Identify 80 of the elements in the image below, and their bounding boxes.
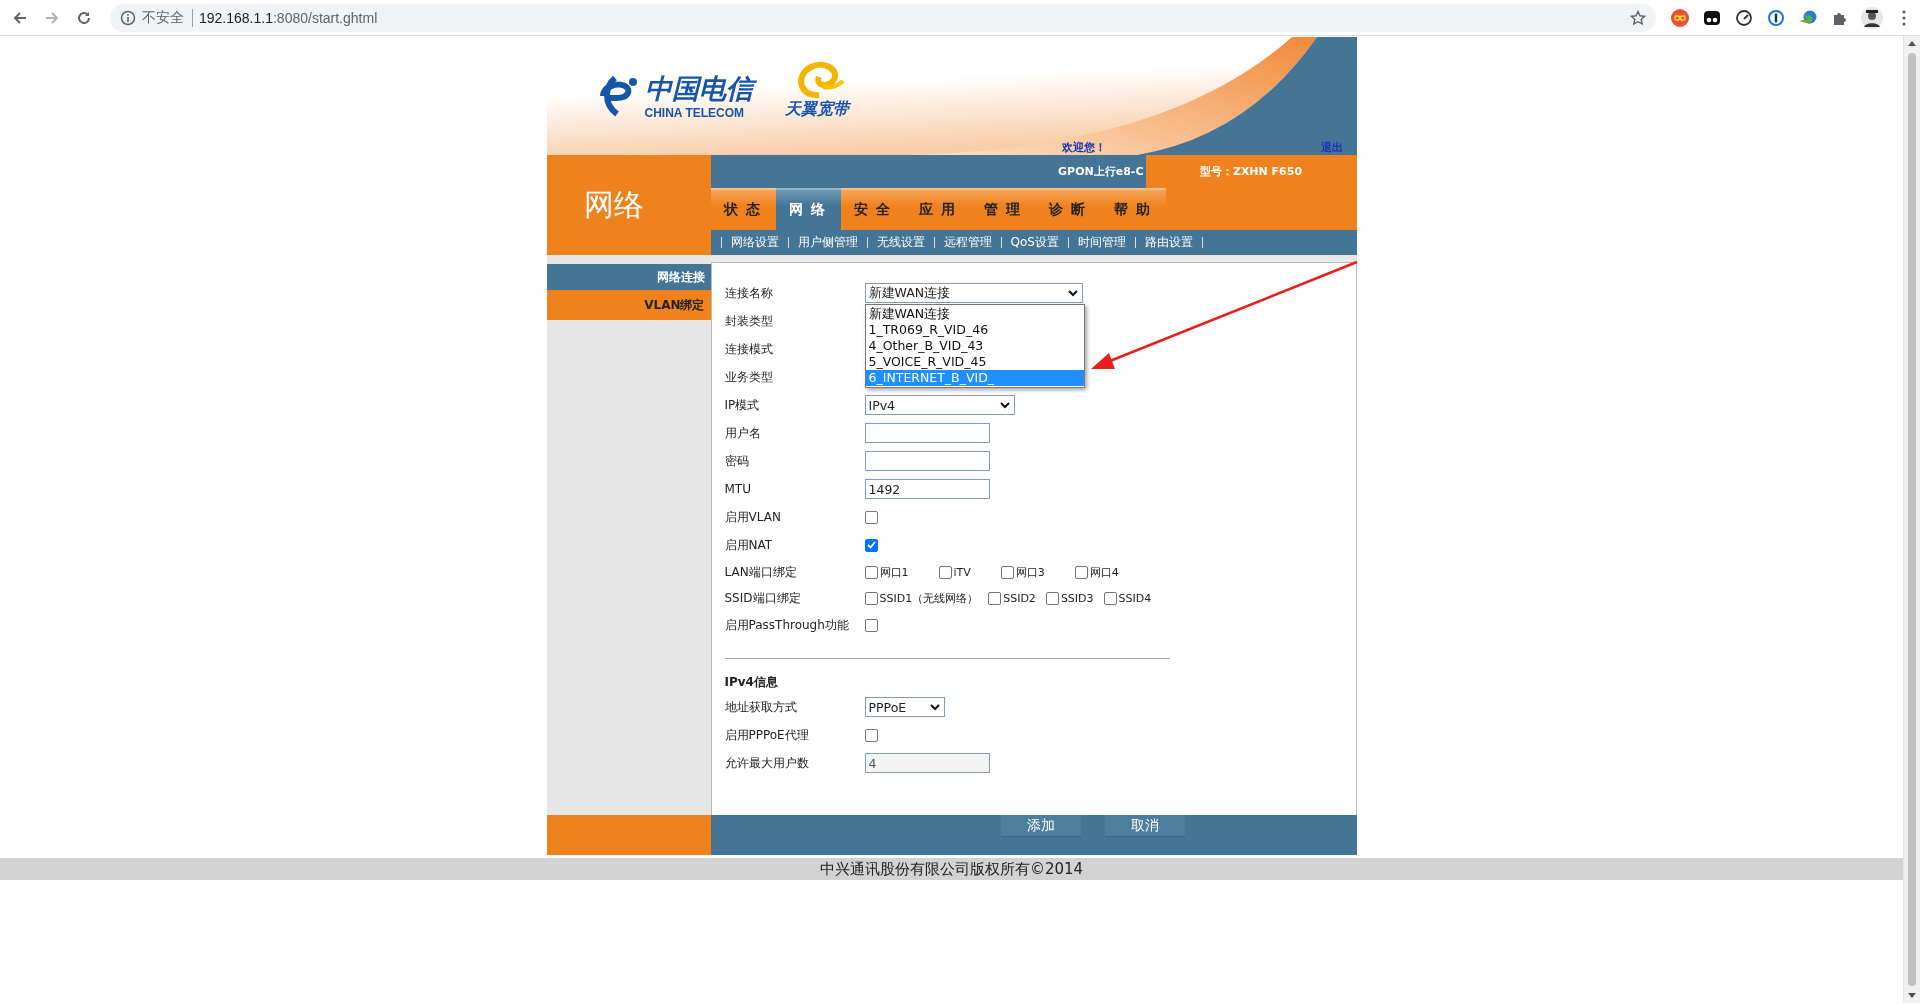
subnav-link[interactable]: 远程管理	[933, 237, 1001, 248]
model-label: 型号：ZXHN F650	[1145, 155, 1357, 188]
subnav-link[interactable]: QoS设置	[1000, 237, 1068, 248]
dropdown[interactable]: PPPoE	[864, 697, 945, 717]
checkbox-label: SSID1（无线网络）	[879, 590, 979, 606]
field-label: MTU	[724, 482, 752, 496]
field-label: 连接模式	[724, 340, 774, 358]
checkbox-label: SSID2	[1003, 591, 1036, 605]
security-label[interactable]: 不安全	[142, 8, 193, 27]
infinity-icon[interactable]	[1669, 6, 1691, 29]
action-button[interactable]: 添加	[1000, 815, 1081, 837]
field-label: SSID端口绑定	[724, 589, 802, 607]
chevron-icon	[1067, 289, 1078, 297]
chevron-icon	[929, 703, 940, 711]
field-label: 地址获取方式	[724, 698, 798, 716]
field-label: 封装类型	[724, 312, 774, 330]
checkbox-label: 网口1	[879, 564, 909, 580]
scroll-down-icon[interactable]	[1908, 993, 1916, 999]
field-label: 启用VLAN	[724, 508, 782, 526]
field-label: 允许最大用户数	[724, 754, 810, 772]
info-icon[interactable]	[120, 9, 136, 26]
address-bar[interactable]: 不安全 192.168.1.1:8080/start.ghtml	[110, 3, 1656, 32]
checkbox-label: 网口4	[1089, 564, 1119, 580]
device-type: GPON上行e8-C	[1058, 164, 1145, 179]
dropdown-option[interactable]: 4_Other_B_VID_43	[865, 338, 1084, 354]
input-field[interactable]: 1492	[864, 479, 990, 499]
welcome-text: 欢迎您！	[1061, 140, 1106, 155]
dropdown[interactable]: IPv4	[864, 395, 1015, 415]
scroll-up-icon[interactable]	[1908, 40, 1916, 46]
subnav-link[interactable]: 时间管理	[1067, 237, 1135, 248]
field-label: 启用PPPoE代理	[724, 726, 810, 744]
chevron-icon	[999, 401, 1010, 409]
star-icon[interactable]	[1630, 9, 1646, 26]
checkbox[interactable]	[864, 510, 878, 524]
subnav-link[interactable]: 网络设置	[720, 237, 788, 248]
action-button[interactable]: 取消	[1104, 815, 1185, 837]
field-label: 启用NAT	[724, 536, 774, 554]
checkbox[interactable]	[988, 591, 1002, 605]
dropdown-option[interactable]: 6_INTERNET_B_VID_	[865, 370, 1084, 386]
checkbox[interactable]	[938, 565, 952, 579]
field-label: 密码	[724, 452, 750, 470]
checkbox[interactable]	[864, 565, 878, 579]
checkbox[interactable]	[1000, 565, 1014, 579]
dropdown-option[interactable]: 新建WAN连接	[865, 306, 1084, 322]
checkbox-label: iTV	[953, 565, 971, 579]
field-label: 连接名称	[724, 284, 774, 302]
nav-tab[interactable]: 网络	[775, 188, 841, 230]
checkbox[interactable]	[1045, 591, 1059, 605]
subnav-link[interactable]: 路由设置	[1134, 237, 1203, 248]
sidebar-item[interactable]: VLAN绑定	[546, 290, 711, 320]
input-field[interactable]	[864, 451, 990, 471]
copyright-text: 中兴通讯股份有限公司版权所有©2014	[819, 860, 1084, 878]
input-field[interactable]	[864, 423, 990, 443]
checkbox[interactable]	[1074, 565, 1088, 579]
section-title: 网络	[583, 185, 644, 224]
brand-subtitle: CHINA TELECOM	[644, 107, 746, 120]
field-label: 启用PassThrough功能	[724, 616, 850, 634]
checkbox-label: 网口3	[1015, 564, 1045, 580]
section-heading: IPv4信息	[724, 673, 779, 691]
checkbox[interactable]	[864, 538, 878, 552]
field-label: IP模式	[724, 396, 761, 414]
dropdown-option[interactable]: 1_TR069_R_VID_46	[865, 322, 1084, 338]
field-label: 用户名	[724, 424, 762, 442]
dropdown[interactable]: 新建WAN连接	[864, 283, 1083, 303]
checkbox-label: SSID4	[1118, 591, 1152, 605]
checkbox[interactable]	[864, 728, 878, 742]
checkbox[interactable]	[864, 591, 878, 605]
checkbox[interactable]	[1103, 591, 1117, 605]
avatar-icon[interactable]	[1861, 6, 1883, 29]
dropdown-option[interactable]: 5_VOICE_R_VID_45	[865, 354, 1084, 370]
checkbox[interactable]	[864, 618, 878, 632]
checkbox-label: SSID3	[1060, 591, 1094, 605]
field-label: LAN端口绑定	[724, 563, 798, 581]
field-label: 业务类型	[724, 368, 774, 386]
scroll-thumb[interactable]	[1908, 53, 1916, 986]
subnav-link[interactable]: 无线设置	[866, 237, 934, 248]
sidebar-item[interactable]: 网络连接	[546, 264, 711, 290]
brand-name: 中国电信	[644, 71, 757, 107]
url-text[interactable]: 192.168.1.1:8080/start.ghtml	[199, 9, 378, 26]
subnav-link[interactable]: 用户侧管理	[787, 237, 867, 248]
